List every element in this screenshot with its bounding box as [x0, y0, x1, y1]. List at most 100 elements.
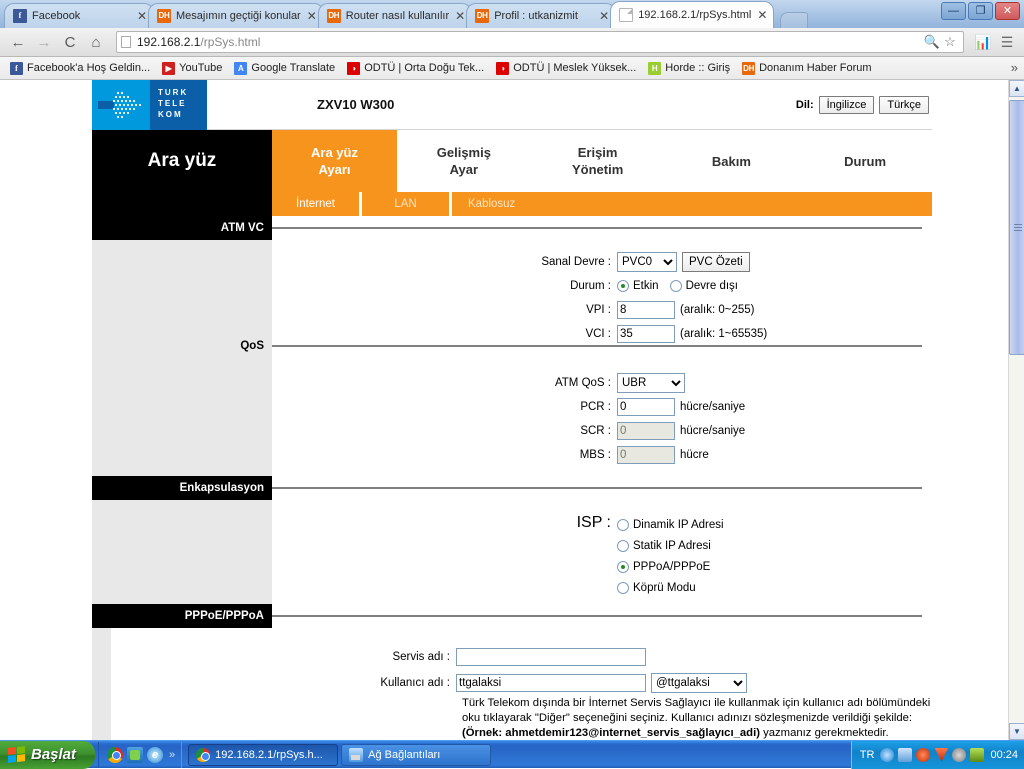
username-input[interactable] [456, 674, 646, 692]
language-turkish-button[interactable]: Türkçe [879, 96, 929, 114]
quick-launch-overflow-icon[interactable]: » [169, 749, 175, 761]
logo-line-1: TURK [158, 87, 207, 98]
forward-icon[interactable]: → [32, 31, 56, 53]
field-username: Kullanıcı adı : @ttgalaksi [111, 672, 932, 694]
domain-select[interactable]: @ttgalaksi [651, 673, 747, 693]
radio-bridge-mode[interactable]: Köprü Modu [617, 577, 724, 598]
url-host: 192.168.2.1 [137, 35, 200, 49]
pvc-summary-button[interactable]: PVC Özeti [682, 252, 750, 272]
reload-icon[interactable]: C [58, 31, 82, 53]
section-gutter [92, 358, 272, 476]
tab-status[interactable]: Durum [798, 130, 932, 192]
tab-title: 192.168.2.1/rpSys.html [638, 9, 751, 21]
router-header: TURK TELE KOM ZXV10 W300 Dil: İngilizce … [92, 80, 932, 130]
scroll-up-icon[interactable]: ▲ [1009, 80, 1024, 97]
service-name-input[interactable] [456, 648, 646, 666]
internet-explorer-icon[interactable]: e [147, 747, 163, 763]
clock[interactable]: 00:24 [990, 749, 1018, 761]
bars-icon[interactable]: 📊 [972, 34, 994, 51]
browser-tab-0[interactable]: f Facebook ✕ [4, 3, 154, 28]
subtab-internet[interactable]: İnternet [272, 192, 362, 216]
browser-tab-4-active[interactable]: 192.168.2.1/rpSys.html ✕ [610, 1, 774, 28]
scroll-down-icon[interactable]: ▼ [1009, 723, 1024, 740]
messenger-icon[interactable] [127, 747, 143, 763]
bookmark-item[interactable]: ◑ ODTÜ | Meslek Yüksek... [490, 62, 642, 75]
radio-pppoa-pppoe[interactable]: PPPoA/PPPoE [617, 556, 724, 577]
network-icon[interactable] [898, 748, 912, 762]
subtab-lan[interactable]: LAN [362, 192, 452, 216]
pcr-input[interactable] [617, 398, 675, 416]
bookmark-item[interactable]: DH Donanım Haber Forum [736, 62, 878, 75]
close-button[interactable]: ✕ [995, 2, 1020, 20]
chrome-icon [196, 748, 210, 762]
virtual-circuit-select[interactable]: PVC0 [617, 252, 677, 272]
bookmark-item[interactable]: f Facebook'a Hoş Geldin... [4, 62, 156, 75]
maximize-button[interactable]: ❐ [968, 2, 993, 20]
field-vpi: VPI : (aralık: 0~255) [272, 299, 932, 321]
taskbar-item-network-connections[interactable]: Ağ Bağlantıları [341, 744, 491, 766]
mbs-unit: hücre [680, 449, 709, 461]
home-icon[interactable]: ⌂ [84, 31, 108, 53]
radio-status-disabled[interactable]: Devre dışı [670, 276, 738, 297]
logo-arrow-icon [92, 80, 150, 130]
browser-tab-2[interactable]: DH Router nasıl kullanılır ✕ [318, 3, 472, 28]
star-icon[interactable]: ☆ [941, 34, 959, 50]
hamburger-menu-icon[interactable]: ☰ [996, 34, 1018, 51]
volume-icon[interactable] [880, 748, 894, 762]
tab-advanced-setup[interactable]: Gelişmiş Ayar [397, 130, 531, 192]
label-pcr: PCR : [272, 401, 617, 413]
tab-close-icon[interactable]: ✕ [137, 9, 147, 23]
radio-status-enabled[interactable]: Etkin [617, 276, 659, 297]
tab-close-icon[interactable]: ✕ [307, 9, 317, 23]
tab-interface-setup[interactable]: Ara yüz Ayarı [272, 130, 397, 192]
radio-dynamic-ip[interactable]: Dinamik IP Adresi [617, 514, 724, 535]
nvidia-icon[interactable] [970, 748, 984, 762]
radio-icon[interactable] [617, 561, 629, 573]
start-button[interactable]: Başlat [0, 741, 95, 769]
zoom-icon[interactable]: 🔍 [923, 34, 941, 50]
language-english-button[interactable]: İngilizce [819, 96, 875, 114]
taskbar-item-chrome[interactable]: 192.168.2.1/rpSys.h... [188, 744, 338, 766]
field-status: Durum : Etkin Devre dışı [272, 275, 932, 297]
minimize-button[interactable]: — [941, 2, 966, 20]
back-icon[interactable]: ← [6, 31, 30, 53]
scrollbar-thumb[interactable] [1009, 100, 1024, 355]
new-tab-button[interactable] [780, 12, 808, 28]
turk-telekom-logo: TURK TELE KOM [92, 80, 207, 130]
page-scrollbar[interactable]: ▲ ▼ [1008, 80, 1024, 740]
bookmark-item[interactable]: ◑ ODTÜ | Orta Doğu Tek... [341, 62, 490, 75]
browser-tab-1[interactable]: DH Mesajımın geçtiği konular ✕ [148, 3, 324, 28]
section-gutter [92, 500, 272, 604]
radio-icon[interactable] [617, 540, 629, 552]
browser-tab-3[interactable]: DH Profil : utkanizmit ✕ [466, 3, 616, 28]
vpi-input[interactable] [617, 301, 675, 319]
radio-icon[interactable] [670, 280, 682, 292]
atm-qos-select[interactable]: UBR [617, 373, 685, 393]
avast-icon[interactable] [934, 748, 948, 762]
logo-line-2: TELE [158, 98, 207, 109]
tab-maintenance[interactable]: Bakım [665, 130, 799, 192]
section-divider [272, 604, 932, 628]
tab-access-management[interactable]: Erişim Yönetim [531, 130, 665, 192]
radio-icon[interactable] [617, 280, 629, 292]
radio-icon[interactable] [617, 582, 629, 594]
bookmark-item[interactable]: H Horde :: Giriş [642, 62, 736, 75]
mbs-input [617, 446, 675, 464]
bookmark-item[interactable]: ▶ YouTube [156, 62, 228, 75]
tab-close-icon[interactable]: ✕ [455, 9, 465, 23]
tab-close-icon[interactable]: ✕ [599, 9, 609, 23]
bookmarks-overflow-icon[interactable]: » [1011, 60, 1018, 75]
label-status: Durum : [272, 280, 617, 292]
opera-icon[interactable] [916, 748, 930, 762]
subtab-wireless[interactable]: Kablosuz [452, 192, 531, 216]
speaker-icon[interactable] [952, 748, 966, 762]
network-connections-icon [349, 748, 363, 762]
input-language-indicator[interactable]: TR [860, 749, 875, 761]
address-bar[interactable]: 192.168.2.1/rpSys.html 🔍 ☆ [116, 31, 964, 53]
bookmark-item[interactable]: A Google Translate [228, 62, 341, 75]
tab-close-icon[interactable]: ✕ [757, 8, 767, 22]
radio-static-ip[interactable]: Statik IP Adresi [617, 535, 724, 556]
chrome-icon[interactable] [107, 747, 123, 763]
field-pcr: PCR : hücre/saniye [272, 396, 932, 418]
radio-icon[interactable] [617, 519, 629, 531]
